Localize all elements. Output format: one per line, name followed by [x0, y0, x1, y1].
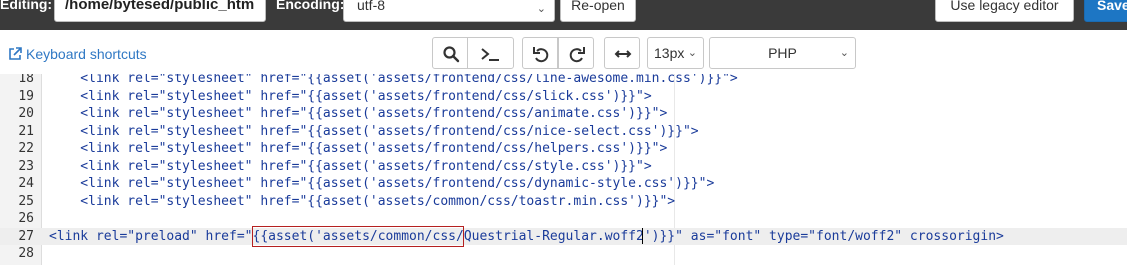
code-line[interactable]: 22 <link rel="stylesheet" href="{{asset(…	[0, 140, 1127, 158]
font-size-value: 13px	[654, 45, 685, 61]
font-size-select[interactable]: 13px ⌄	[647, 37, 704, 69]
code-line[interactable]: 26	[0, 210, 1127, 228]
line-code: <link rel="stylesheet" href="{{asset('as…	[49, 123, 699, 139]
encoding-select[interactable]: utf-8 ⌄	[343, 0, 555, 22]
line-code: <link rel="stylesheet" href="{{asset('as…	[49, 176, 715, 191]
encoding-value: utf-8	[357, 0, 386, 13]
code-line[interactable]: 21 <link rel="stylesheet" href="{{asset(…	[0, 123, 1127, 141]
file-path-field[interactable]: /home/bytesed/public_htm	[54, 0, 266, 22]
line-number: 21	[18, 123, 34, 139]
code-line[interactable]: 19 <link rel="stylesheet" href="{{asset(…	[0, 88, 1127, 106]
line-number: 28	[18, 246, 34, 261]
external-link-icon	[8, 47, 22, 61]
line-code: <link rel="stylesheet" href="{{asset('as…	[49, 106, 668, 121]
reopen-button[interactable]: Re-open	[560, 0, 636, 22]
use-legacy-editor-button[interactable]: Use legacy editor	[935, 0, 1074, 22]
line-number: 27	[18, 228, 34, 244]
editing-label: Editing:	[0, 0, 53, 12]
code-line[interactable]: 23 <link rel="stylesheet" href="{{asset(…	[0, 158, 1127, 176]
line-code: <link rel="stylesheet" href="{{asset('as…	[49, 88, 652, 104]
editor-header: Editing: /home/bytesed/public_htm Encodi…	[0, 0, 1127, 30]
line-number: 20	[18, 106, 34, 121]
chevron-down-icon: ⌄	[536, 3, 546, 15]
line-number: 23	[18, 158, 34, 174]
code-line[interactable]: 18 <link rel="stylesheet" href="{{asset(…	[0, 74, 1127, 88]
code-line[interactable]: 20 <link rel="stylesheet" href="{{asset(…	[0, 105, 1127, 123]
line-code: <link rel="stylesheet" href="{{asset('as…	[49, 158, 652, 174]
code-line[interactable]: 24 <link rel="stylesheet" href="{{asset(…	[0, 175, 1127, 193]
keyboard-shortcuts-label: Keyboard shortcuts	[26, 46, 147, 62]
line-code: <link rel="preload" href="{{asset('asset…	[49, 228, 1004, 244]
line-code: <link rel="stylesheet" href="{{asset('as…	[49, 74, 738, 86]
line-code: <link rel="stylesheet" href="{{asset('as…	[49, 141, 668, 156]
chevron-down-icon: ⌄	[687, 47, 697, 59]
line-number: 24	[18, 176, 34, 191]
keyboard-shortcuts-link[interactable]: Keyboard shortcuts	[8, 45, 147, 63]
code-line[interactable]: 27 <link rel="preload" href="{{asset('ass…	[0, 227, 1127, 245]
editor-toolbar: Keyboard shortcuts 13px ⌄ PHP ⌄	[0, 30, 1127, 74]
code-line[interactable]: 28	[0, 245, 1127, 263]
redo-button[interactable]	[558, 37, 594, 69]
line-number: 19	[18, 88, 34, 104]
language-value: PHP	[768, 45, 797, 61]
encoding-label: Encoding:	[276, 0, 345, 12]
undo-button[interactable]	[522, 37, 558, 69]
line-number: 26	[18, 211, 34, 226]
line-number: 22	[18, 141, 34, 156]
language-select[interactable]: PHP ⌄	[709, 37, 856, 69]
code-editor[interactable]: 18 <link rel="stylesheet" href="{{asset(…	[0, 74, 1127, 265]
search-button[interactable]	[432, 37, 468, 69]
save-button[interactable]: Save	[1084, 0, 1127, 22]
highlight-annotation-box	[252, 226, 464, 247]
line-number: 18	[18, 74, 34, 86]
command-prompt-button[interactable]	[467, 37, 514, 69]
code-line[interactable]: 25 <link rel="stylesheet" href="{{asset(…	[0, 193, 1127, 211]
line-code: <link rel="stylesheet" href="{{asset('as…	[49, 193, 676, 209]
text-cursor	[642, 228, 643, 244]
chevron-down-icon: ⌄	[839, 47, 849, 59]
word-wrap-button[interactable]	[604, 37, 640, 69]
line-number: 25	[18, 193, 34, 209]
